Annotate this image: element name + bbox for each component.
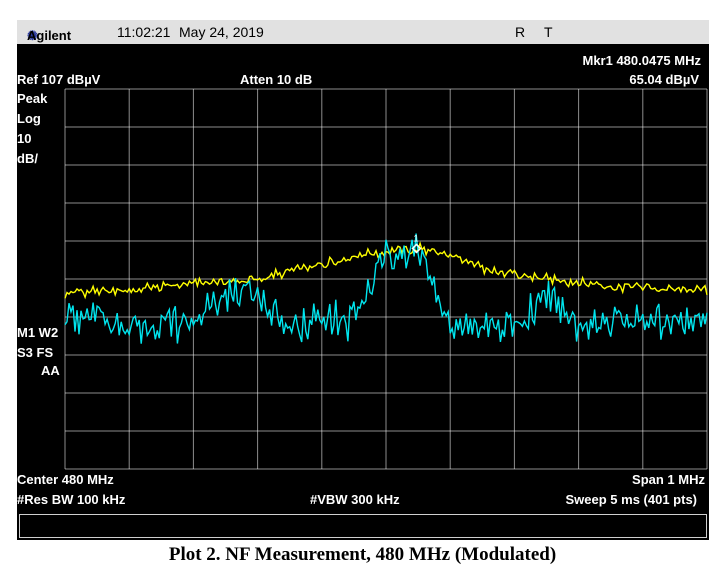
figure-caption: Plot 2. NF Measurement, 480 MHz (Modulat… [168,544,557,565]
spectrum-plot: 1 [64,88,708,470]
marker-number: 1 [413,233,418,243]
analyzer-screen: ✺ Agilent 11:02:21 May 24, 2019 R T Mkr1 … [17,20,709,540]
graticule [64,88,708,470]
